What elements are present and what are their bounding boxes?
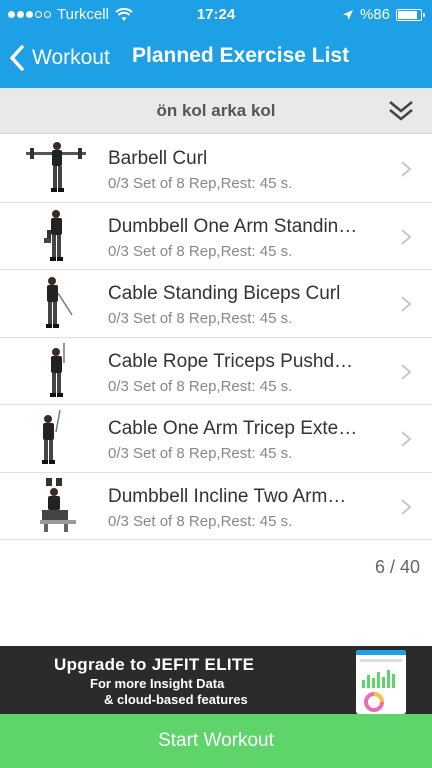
exercise-row[interactable]: Dumbbell One Arm Standin… 0/3 Set of 8 R…: [0, 202, 432, 270]
exercise-detail: 0/3 Set of 8 Rep,Rest: 45 s.: [108, 242, 293, 260]
exercise-name: Barbell Curl: [108, 148, 208, 169]
exercise-detail: 0/3 Set of 8 Rep,Rest: 45 s.: [108, 445, 293, 462]
page-counter: 6 / 40: [374, 557, 420, 577]
chevron-right-icon: [401, 431, 412, 447]
chevron-right-icon: [401, 228, 412, 245]
exercise-name: Cable One Arm Tricep Exte…: [108, 418, 358, 439]
battery-percent: %86: [359, 6, 390, 23]
chevron-right-icon: [401, 363, 412, 380]
routine-name: ön kol arka kol: [156, 101, 276, 120]
chevron-right-icon: [401, 296, 412, 312]
top-bar: Turkcell 17:24 %86 Workout Planned Exerc…: [0, 0, 432, 88]
ad-line-3: & cloud-based features: [104, 692, 248, 707]
back-button[interactable]: Workout: [8, 42, 110, 74]
exercise-list: Barbell Curl 0/3 Set of 8 Rep,Rest: 45 s…: [0, 135, 432, 540]
start-workout-button[interactable]: Start Workout: [0, 714, 432, 768]
location-arrow-icon: [342, 9, 353, 20]
exercise-row[interactable]: Cable Rope Triceps Pushd… 0/3 Set of 8 R…: [0, 337, 432, 405]
ad-headline: Upgrade to JEFIT ELITE: [54, 655, 255, 674]
exercise-thumbnail-icon: [26, 142, 86, 192]
exercise-row[interactable]: Dumbbell Incline Two Arm… 0/3 Set of 8 R…: [0, 472, 432, 540]
exercise-thumbnail-icon: [42, 410, 61, 464]
back-label: Workout: [32, 46, 110, 69]
exercise-detail: 0/3 Set of 8 Rep,Rest: 45 s.: [108, 377, 293, 395]
exercise-name: Dumbbell One Arm Standin…: [108, 215, 358, 237]
navigation-bar: Workout Planned Exercise List: [0, 36, 432, 80]
exercise-name: Dumbbell Incline Two Arm…: [108, 485, 347, 507]
exercise-thumbnail-icon: [50, 342, 65, 397]
upgrade-ad-banner[interactable]: Upgrade to JEFIT ELITE For more Insight …: [0, 646, 432, 714]
exercise-name: Cable Rope Triceps Pushd…: [108, 350, 354, 372]
status-right: %86: [342, 6, 425, 23]
battery-fill: [398, 10, 417, 19]
page-title: Planned Exercise List: [132, 44, 350, 67]
status-bar: Turkcell 17:24 %86: [0, 0, 432, 30]
exercise-thumbnail-icon: [44, 209, 63, 261]
exercise-row[interactable]: Barbell Curl 0/3 Set of 8 Rep,Rest: 45 s…: [0, 135, 432, 203]
battery-icon: [396, 8, 425, 21]
chevron-right-icon: [401, 161, 412, 177]
routine-header: ön kol arka kol: [0, 88, 432, 134]
exercise-row[interactable]: Cable One Arm Tricep Exte… 0/3 Set of 8 …: [0, 405, 432, 473]
exercise-detail: 0/3 Set of 8 Rep,Rest: 45 s.: [108, 175, 293, 192]
exercise-thumbnail-icon: [40, 477, 76, 532]
exercise-detail: 0/3 Set of 8 Rep,Rest: 45 s.: [108, 512, 293, 530]
exercise-thumbnail-icon: [46, 277, 73, 328]
chevron-left-icon: [10, 45, 24, 71]
exercise-detail: 0/3 Set of 8 Rep,Rest: 45 s.: [108, 310, 293, 327]
ad-line-2: For more Insight Data: [90, 676, 225, 691]
exercise-name: Cable Standing Biceps Curl: [108, 283, 341, 304]
exercise-row[interactable]: Cable Standing Biceps Curl 0/3 Set of 8 …: [0, 270, 432, 338]
app-preview-icon: [356, 650, 406, 714]
chevron-right-icon: [401, 498, 412, 515]
double-chevron-down-icon[interactable]: [386, 96, 416, 126]
